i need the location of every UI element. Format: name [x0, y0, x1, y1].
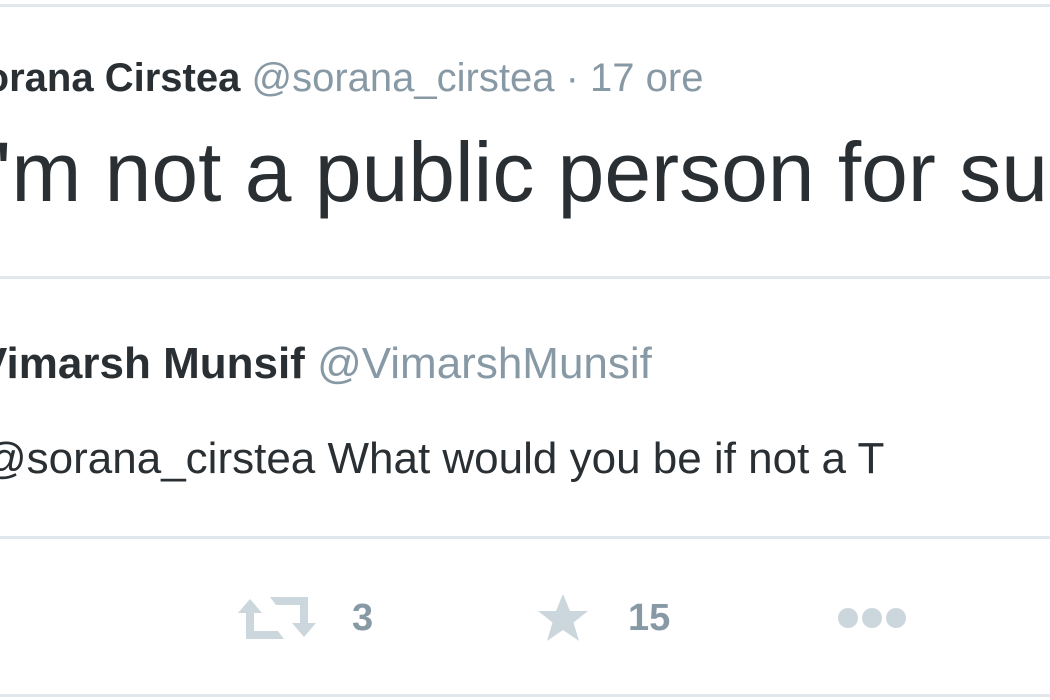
tweet-timestamp[interactable]: 17 ore	[590, 56, 703, 100]
quoted-author-name[interactable]: Vimarsh Munsif	[0, 339, 305, 388]
quote-top-divider	[0, 276, 1050, 279]
author-name[interactable]: Sorana Cirstea	[0, 56, 240, 100]
star-icon	[536, 592, 590, 644]
more-button[interactable]	[836, 578, 908, 658]
tweet-header: Sorana Cirstea @sorana_cirstea · 17 ore	[0, 52, 703, 104]
retweet-icon	[238, 593, 316, 643]
author-handle[interactable]: @sorana_cirstea	[251, 56, 554, 100]
quoted-tweet-text[interactable]: @sorana_cirstea What would you be if not…	[0, 430, 884, 488]
more-dots-icon	[836, 606, 908, 630]
top-divider	[0, 4, 1050, 7]
header-separator: ·	[565, 56, 579, 100]
quoted-author-handle[interactable]: @VimarshMunsif	[317, 339, 652, 388]
retweet-button[interactable]: 3	[238, 578, 373, 658]
retweet-count: 3	[352, 596, 374, 639]
actions-divider	[0, 536, 1050, 539]
tweet-detail: Sorana Cirstea @sorana_cirstea · 17 ore …	[0, 0, 1050, 700]
tweet-actions: 3 15	[0, 578, 1050, 658]
favorite-count: 15	[628, 596, 671, 639]
bottom-divider	[0, 694, 1050, 697]
quoted-tweet-header[interactable]: Vimarsh Munsif @VimarshMunsif	[0, 336, 652, 392]
tweet-text: I'm not a public person for su	[0, 125, 1048, 219]
favorite-button[interactable]: 15	[536, 578, 670, 658]
